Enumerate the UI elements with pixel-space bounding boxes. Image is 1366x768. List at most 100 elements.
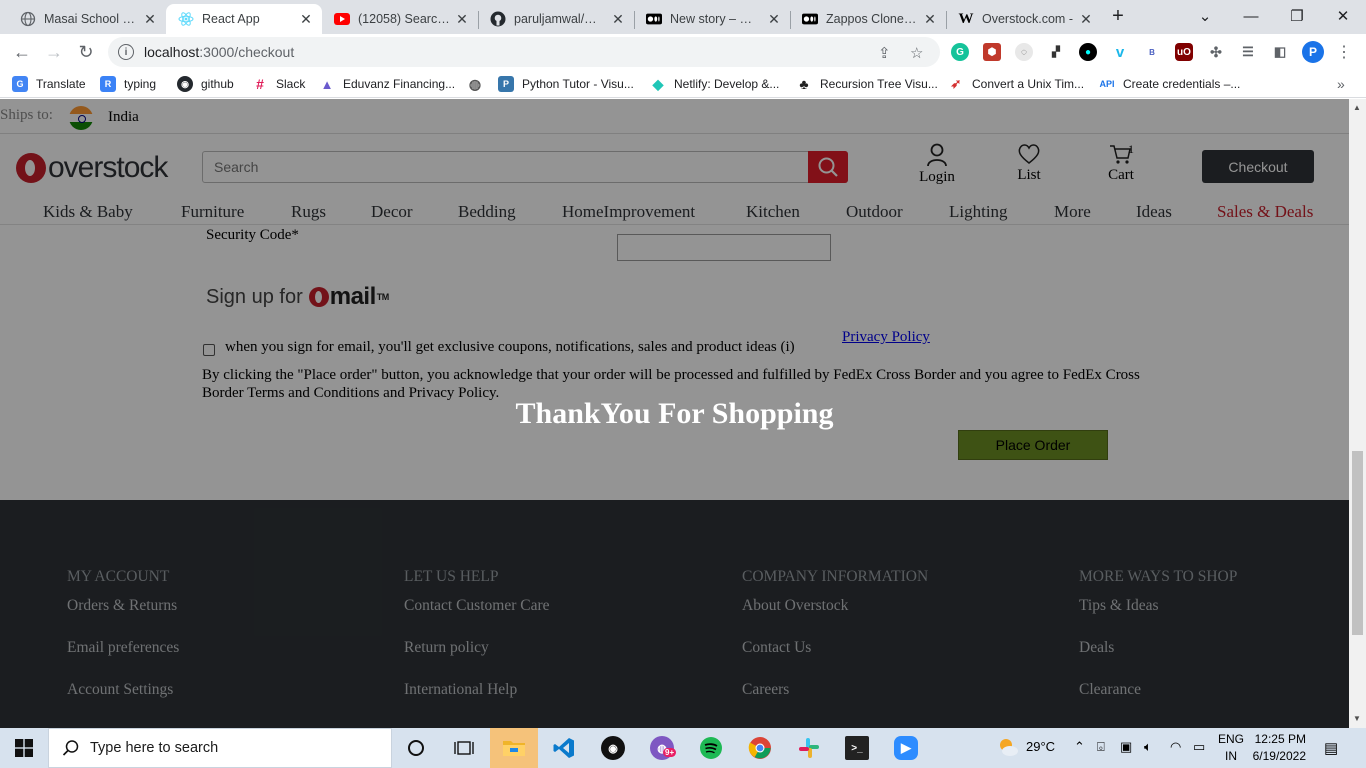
scroll-down-icon[interactable]: ▼ xyxy=(1353,714,1361,723)
wikipedia-icon: W xyxy=(958,10,974,27)
extension-icon[interactable]: ⬢ xyxy=(983,43,1001,61)
github-desktop-icon[interactable]: ◉ xyxy=(589,728,637,768)
chrome-profile-icon[interactable]: ◍ 9+ xyxy=(638,728,686,768)
python-icon: P xyxy=(498,76,514,92)
url-text: localhost:3000/checkout xyxy=(144,44,295,60)
close-tab-icon[interactable]: ✕ xyxy=(922,11,938,28)
tab-youtube[interactable]: (12058) Search Fi ✕ xyxy=(322,4,478,34)
taskbar-search-box[interactable]: Type here to search xyxy=(48,728,392,768)
tab-github[interactable]: paruljamwal/Ove ✕ xyxy=(478,4,634,34)
translate-icon: G xyxy=(12,76,28,92)
share-icon[interactable]: ⇪ xyxy=(878,44,891,62)
api-icon: API xyxy=(1098,76,1116,92)
spotify-icon[interactable] xyxy=(687,728,735,768)
close-tab-icon[interactable]: ✕ xyxy=(766,11,782,28)
scrollbar-thumb[interactable] xyxy=(1352,451,1363,635)
task-view-icon[interactable] xyxy=(440,728,488,768)
extension-icon[interactable]: ▞ xyxy=(1047,43,1065,61)
tab-zappos-clone[interactable]: Zappos Clone. I a ✕ xyxy=(790,4,946,34)
address-bar[interactable]: i localhost:3000/checkout ⇪ ☆ xyxy=(108,37,940,67)
globe-icon: ◍ xyxy=(467,75,483,92)
bookmark-typing[interactable]: Rtyping xyxy=(100,75,156,93)
close-tab-icon[interactable]: ✕ xyxy=(1078,11,1094,28)
bookmark-github[interactable]: ◉ github xyxy=(177,75,234,93)
tab-react-app[interactable]: React App ✕ xyxy=(166,4,322,34)
extension-icon[interactable]: ● xyxy=(1079,43,1097,61)
bookmark-recursion-tree[interactable]: ♣ Recursion Tree Visu... xyxy=(796,75,938,93)
tab-title: Zappos Clone. I a xyxy=(826,12,918,26)
github-icon xyxy=(490,11,506,27)
volume-icon[interactable]: 🔈︎ xyxy=(1144,739,1152,755)
tab-title: (12058) Search Fi xyxy=(358,12,450,26)
chrome-menu-icon[interactable]: ⋮ xyxy=(1330,38,1358,66)
bookmark-netlify[interactable]: ◆ Netlify: Develop &... xyxy=(650,75,779,93)
site-info-icon[interactable]: i xyxy=(118,44,134,60)
start-button[interactable] xyxy=(0,728,48,768)
extension-icon[interactable]: B xyxy=(1143,43,1161,61)
medium-icon xyxy=(646,11,662,27)
vimeo-extension-icon[interactable]: v xyxy=(1111,43,1129,61)
bookmark-unix-time[interactable]: ➶ Convert a Unix Tim... xyxy=(948,75,1084,93)
bookmark-globe[interactable]: ◍ xyxy=(467,75,491,93)
tab-title: New story – Med xyxy=(670,12,762,26)
bookmarks-bar: G Translate Rtyping ◉ github # Slack ▲ Eduva… xyxy=(0,70,1366,98)
notifications-icon[interactable]: ▤ xyxy=(1324,739,1338,757)
device-icon[interactable]: ⌻ xyxy=(1097,739,1105,755)
windows-taskbar: Type here to search ◉ ◍ 9+ >_ ▶ 29°C ⌃ ⌻ … xyxy=(0,728,1366,768)
tab-medium-new-story[interactable]: New story – Med ✕ xyxy=(634,4,790,34)
bookmark-slack[interactable]: # Slack xyxy=(252,75,305,93)
forward-icon[interactable]: → xyxy=(40,38,68,66)
bookmark-create-credentials[interactable]: API Create credentials –... xyxy=(1098,75,1240,93)
zoom-icon[interactable]: ▶ xyxy=(882,728,930,768)
search-icon xyxy=(62,740,79,756)
weather-icon[interactable] xyxy=(997,736,1019,761)
restore-button[interactable]: ❐ xyxy=(1274,0,1320,32)
close-window-button[interactable]: ✕ xyxy=(1320,0,1366,32)
system-clock[interactable]: 12:25 PM 6/19/2022 xyxy=(1226,731,1306,765)
close-tab-icon[interactable]: ✕ xyxy=(610,11,626,28)
close-tab-icon[interactable]: ✕ xyxy=(142,11,158,28)
reading-list-icon[interactable]: ☰ xyxy=(1239,43,1257,61)
tab-title: Masai School | Co xyxy=(44,12,138,26)
tab-masai[interactable]: Masai School | Co ✕ xyxy=(8,4,166,34)
scroll-up-icon[interactable]: ▲ xyxy=(1353,103,1361,112)
display-icon[interactable]: ▣ xyxy=(1120,739,1132,755)
slack-icon[interactable] xyxy=(785,728,833,768)
chrome-icon[interactable] xyxy=(736,728,784,768)
ublock-extension-icon[interactable]: uO xyxy=(1175,43,1193,61)
recursion-tree-icon: ♣ xyxy=(796,76,812,92)
tab-wikipedia-overstock[interactable]: W Overstock.com - ✕ xyxy=(946,4,1102,34)
typing-icon: R xyxy=(100,76,116,92)
github-icon: ◉ xyxy=(177,76,193,92)
close-tab-icon[interactable]: ✕ xyxy=(298,11,314,28)
tab-title: React App xyxy=(202,12,260,26)
extensions-puzzle-icon[interactable]: ✣ xyxy=(1207,43,1225,61)
taskbar-search-placeholder: Type here to search xyxy=(90,740,219,756)
weather-temperature[interactable]: 29°C xyxy=(1026,739,1055,754)
tab-search-icon[interactable]: ⌄ xyxy=(1182,0,1228,32)
windows-icon xyxy=(15,739,33,757)
extension-icon[interactable]: ◌ xyxy=(1015,43,1033,61)
close-tab-icon[interactable]: ✕ xyxy=(454,11,470,28)
bookmark-python-tutor[interactable]: P Python Tutor - Visu... xyxy=(498,75,634,93)
profile-avatar[interactable]: P xyxy=(1302,41,1324,63)
more-bookmarks-icon[interactable]: » xyxy=(1337,75,1345,93)
wifi-icon[interactable]: ◠ xyxy=(1170,739,1181,755)
battery-icon[interactable]: ▭ xyxy=(1193,739,1205,755)
terminal-icon[interactable]: >_ xyxy=(833,728,881,768)
show-hidden-icons-icon[interactable]: ⌃ xyxy=(1074,739,1085,755)
page-scrollbar[interactable]: ▲ ▼ xyxy=(1349,99,1366,728)
vscode-icon[interactable] xyxy=(540,728,588,768)
minimize-button[interactable]: — xyxy=(1228,0,1274,32)
new-tab-button[interactable]: + xyxy=(1096,0,1140,32)
grammarly-extension-icon[interactable]: G xyxy=(951,43,969,61)
eduvanz-icon: ▲ xyxy=(319,76,335,92)
bookmark-translate[interactable]: G Translate xyxy=(12,75,86,93)
bookmark-eduvanz[interactable]: ▲ Eduvanz Financing... xyxy=(319,75,455,93)
reload-icon[interactable]: ↻ xyxy=(72,38,100,66)
file-explorer-icon[interactable] xyxy=(490,728,538,768)
bookmark-star-icon[interactable]: ☆ xyxy=(910,44,923,62)
cortana-icon[interactable] xyxy=(392,728,440,768)
back-icon[interactable]: ← xyxy=(8,38,36,66)
side-panel-icon[interactable]: ◧ xyxy=(1271,43,1289,61)
